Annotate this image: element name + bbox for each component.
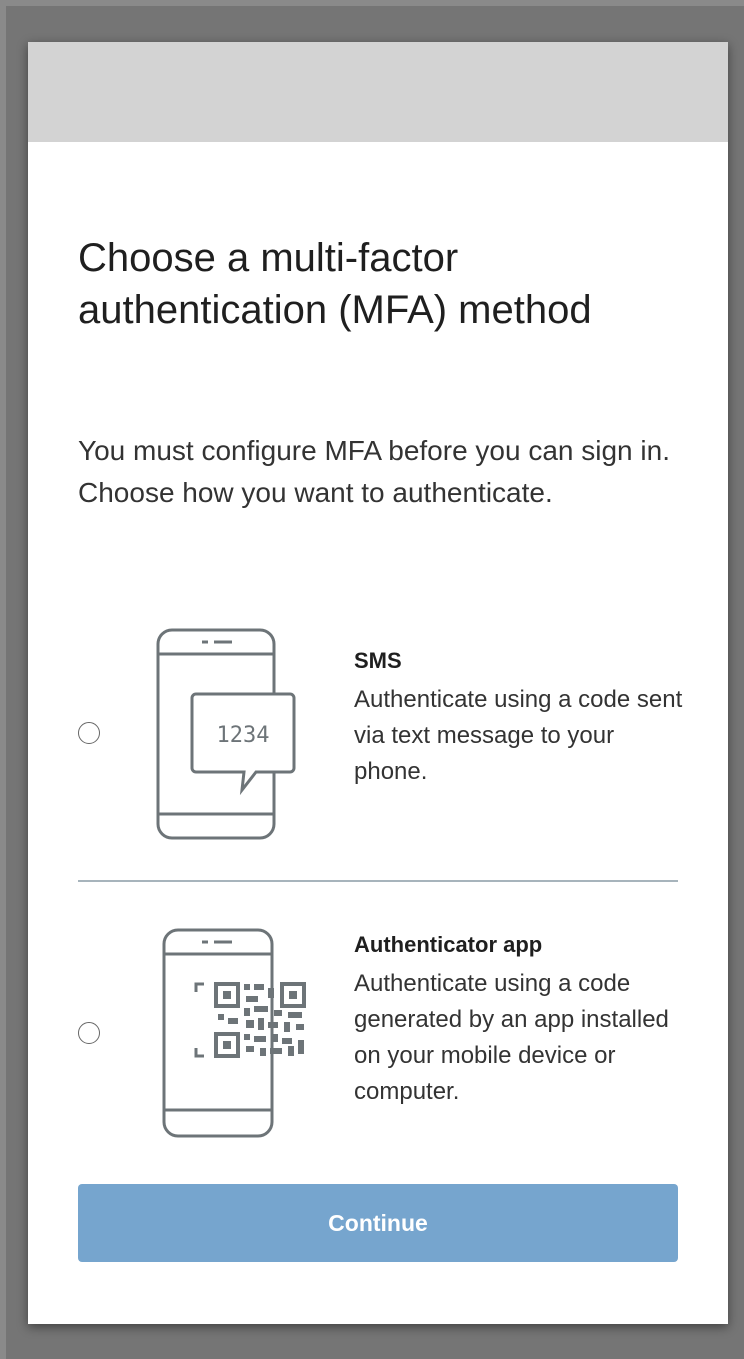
phone-sms-icon: 1234 xyxy=(156,628,296,840)
authenticator-app-option-description: Authenticate using a code generated by a… xyxy=(354,970,669,1105)
sms-option-title: SMS xyxy=(354,648,402,673)
options-divider xyxy=(78,880,678,882)
phone-qr-code-icon xyxy=(162,928,306,1138)
mfa-option-authenticator-app[interactable]: Authenticator app Authenticate using a c… xyxy=(78,922,678,1152)
sms-option-description: Authenticate using a code sent via text … xyxy=(354,686,683,785)
page-title: Choose a multi-factor authentication (MF… xyxy=(78,236,592,332)
mfa-setup-card: Choose a multi-factor authentication (MF… xyxy=(28,42,728,1324)
sms-bubble-code: 1234 xyxy=(217,723,270,748)
page-description: You must configure MFA before you can si… xyxy=(78,435,670,508)
continue-button[interactable]: Continue xyxy=(78,1184,678,1262)
mfa-option-sms[interactable]: 1234 SMS Authenticate using a code sent … xyxy=(78,622,682,852)
authenticator-app-radio[interactable] xyxy=(78,1022,100,1044)
sms-radio[interactable] xyxy=(78,722,100,744)
card-header-bar xyxy=(28,42,728,142)
authenticator-app-option-title: Authenticator app xyxy=(354,932,543,957)
